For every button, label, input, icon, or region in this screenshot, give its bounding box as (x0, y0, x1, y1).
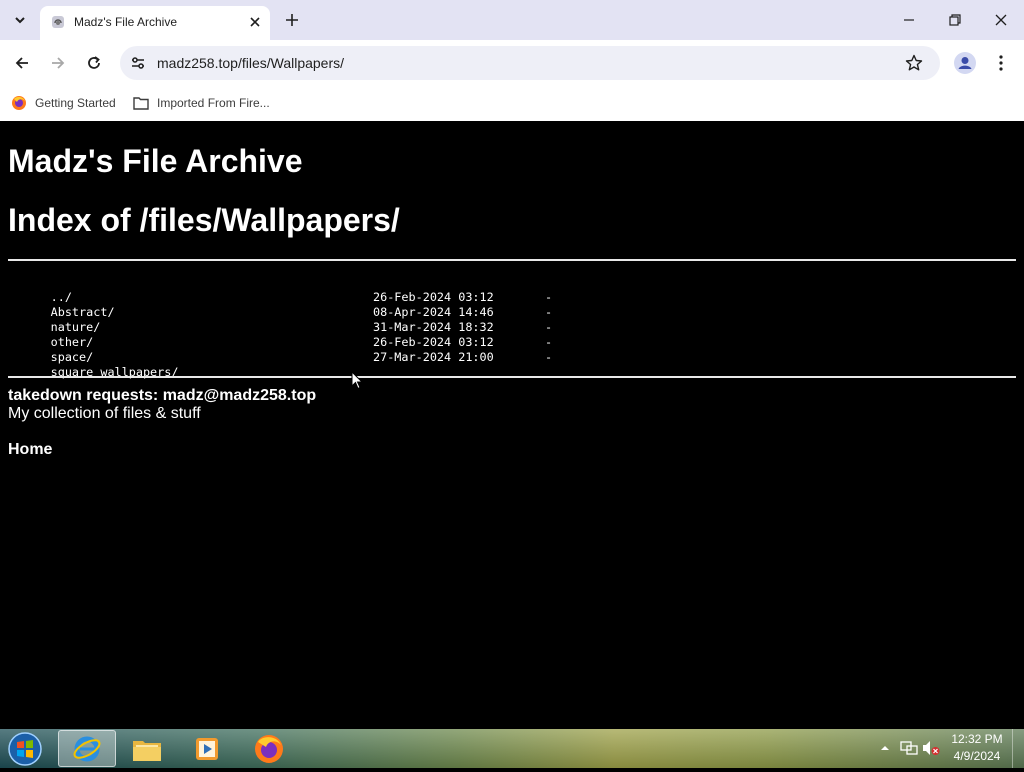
modified-date: 26-Feb-2024 03:12 (373, 290, 494, 304)
menu-button[interactable] (988, 50, 1014, 76)
minimize-icon (904, 19, 914, 21)
address-bar[interactable]: madz258.top/files/Wallpapers/ (120, 46, 940, 80)
site-info-button[interactable] (128, 53, 148, 73)
web-page: Madz's File Archive Index of /files/Wall… (0, 121, 1024, 729)
tray-volume[interactable] (922, 739, 940, 757)
url-text: madz258.top/files/Wallpapers/ (157, 55, 345, 71)
takedown-notice: takedown requests: madz@madz258.top (8, 387, 317, 404)
mouse-pointer-icon (351, 371, 363, 390)
bookmark-getting-started[interactable]: Getting Started (11, 92, 116, 114)
more-vertical-icon (999, 55, 1003, 71)
forward-button[interactable] (43, 48, 73, 78)
modified-date: 27-Mar-2024 21:00 (373, 350, 494, 364)
taskbar: 12:32 PM 4/9/2024 (0, 729, 1024, 768)
restore-button[interactable] (932, 0, 978, 40)
tune-icon (132, 57, 144, 69)
index-heading: Index of /files/Wallpapers/ (8, 202, 400, 238)
chevron-down-icon (15, 17, 25, 24)
modified-date: 31-Mar-2024 18:32 (373, 320, 494, 334)
file-size: - (545, 320, 553, 334)
close-icon (995, 14, 1007, 26)
plus-icon (286, 14, 298, 26)
windows-orb-icon (8, 732, 42, 766)
site-favicon-icon (52, 16, 64, 28)
bookmarks-bar: Getting Started Imported From Fire... (0, 86, 1024, 121)
network-icon (900, 741, 918, 755)
reload-icon (88, 56, 100, 69)
tray-network[interactable] (900, 739, 918, 757)
new-tab-button[interactable] (280, 8, 304, 32)
browser-toolbar: madz258.top/files/Wallpapers/ (0, 40, 1024, 86)
taskbar-internet-explorer[interactable] (58, 730, 116, 767)
clock-time: 12:32 PM (951, 732, 1003, 746)
file-size: - (545, 335, 553, 349)
tab-active[interactable]: Madz's File Archive (40, 6, 270, 40)
list-item: ../ (8, 275, 178, 304)
folder-icon (133, 97, 149, 110)
file-size: - (545, 305, 553, 319)
file-size: - (545, 290, 553, 304)
home-link[interactable]: Home (8, 441, 52, 459)
restore-icon (949, 14, 961, 26)
minimize-button[interactable] (886, 0, 932, 40)
divider-top (8, 259, 1016, 261)
list-item: Abstract/ 26-Feb-2024 03:12 - (8, 290, 552, 319)
list-item: nature/ 08-Apr-2024 14:46 - (8, 305, 552, 334)
taskbar-media-player[interactable] (178, 730, 236, 767)
arrow-left-icon (15, 57, 28, 69)
tray-overflow-button[interactable] (876, 739, 894, 757)
close-window-button[interactable] (978, 0, 1024, 40)
file-explorer-icon (133, 740, 161, 761)
tab-strip: Madz's File Archive (0, 0, 1024, 40)
bookmark-label: Getting Started (35, 96, 116, 110)
bookmark-label: Imported From Fire... (157, 96, 270, 110)
site-title: Madz's File Archive (8, 143, 303, 179)
firefox-icon (255, 734, 283, 763)
clock-date: 4/9/2024 (953, 749, 1001, 763)
reload-button[interactable] (79, 48, 109, 78)
media-player-icon (196, 737, 218, 760)
firefox-icon (12, 96, 26, 110)
avatar-icon (954, 52, 976, 74)
modified-date: 26-Feb-2024 03:12 (373, 335, 494, 349)
volume-muted-icon (923, 741, 940, 755)
list-item: square wallpapers/ 27-Mar-2024 21:00 - (8, 350, 552, 379)
system-clock[interactable]: 12:32 PM 4/9/2024 (948, 731, 1006, 765)
directory-listing: ../ Abstract/ 26-Feb-2024 03:12 - nature… (8, 275, 552, 379)
bookmark-star-button[interactable] (904, 53, 924, 73)
taskbar-firefox[interactable] (240, 730, 298, 767)
list-item: space/ 26-Feb-2024 03:12 - (8, 335, 552, 364)
tagline: My collection of files & stuff (8, 405, 201, 422)
taskbar-file-explorer[interactable] (118, 730, 176, 767)
tab-title: Madz's File Archive (74, 15, 177, 29)
bookmark-imported-folder[interactable]: Imported From Fire... (133, 92, 270, 114)
modified-date: 08-Apr-2024 14:46 (373, 305, 494, 319)
chevron-up-icon (881, 746, 889, 750)
show-desktop-button[interactable] (1012, 729, 1024, 768)
tab-close-button[interactable] (246, 13, 264, 31)
profile-button[interactable] (952, 50, 978, 76)
start-button[interactable] (6, 731, 44, 767)
list-item: other/ 31-Mar-2024 18:32 - (8, 320, 552, 349)
divider-bottom (8, 376, 1016, 378)
arrow-right-icon (52, 57, 65, 69)
star-icon (905, 54, 923, 71)
file-size: - (545, 350, 553, 364)
close-icon (250, 17, 260, 27)
tab-search-button[interactable] (8, 8, 32, 32)
internet-explorer-icon (73, 736, 101, 761)
back-button[interactable] (7, 48, 37, 78)
